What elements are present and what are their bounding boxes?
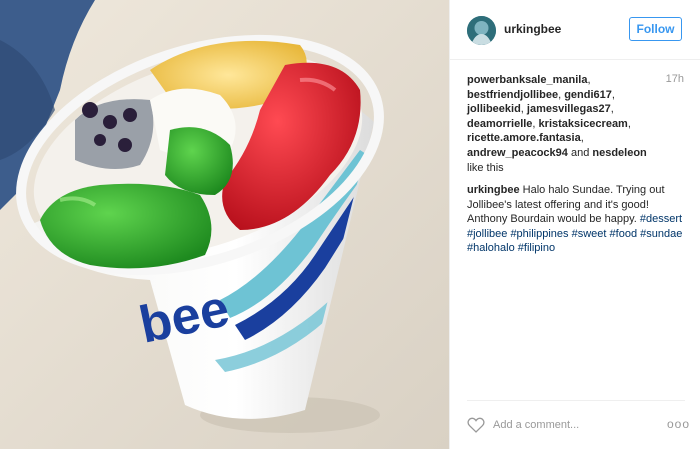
avatar-image: [467, 16, 496, 45]
post-caption: urkingbee Halo halo Sundae. Trying out J…: [467, 183, 687, 256]
hashtag-filipino[interactable]: #filipino: [518, 242, 555, 254]
like-user-7[interactable]: kristaksicecream: [539, 118, 628, 130]
likes-list: powerbanksale_manila, bestfriendjollibee…: [467, 74, 647, 174]
ellipsis-icon[interactable]: ooo: [667, 417, 689, 431]
avatar[interactable]: [467, 16, 496, 45]
hashtag-sundae[interactable]: #sundae: [640, 228, 682, 240]
hashtag-food[interactable]: #food: [610, 228, 638, 240]
post-image: bee: [0, 0, 449, 449]
heart-icon[interactable]: [467, 417, 485, 433]
like-user-9[interactable]: andrew_peacock94: [467, 147, 568, 159]
post-photo[interactable]: bee: [0, 0, 449, 449]
comment-bar: ooo: [467, 400, 689, 448]
likes-connector: and: [570, 146, 590, 159]
hashtag-sweet[interactable]: #sweet: [572, 228, 607, 240]
post-header: urkingbee Follow: [450, 0, 700, 60]
post-sidebar: urkingbee Follow powerbanksale_manila, b…: [449, 0, 700, 449]
hashtag-halohalo[interactable]: #halohalo: [467, 242, 515, 254]
hashtag-dessert[interactable]: #dessert: [640, 213, 682, 225]
like-user-6[interactable]: deamorrielle: [467, 118, 532, 130]
like-user-1[interactable]: powerbanksale_manila: [467, 74, 587, 86]
username[interactable]: urkingbee: [504, 22, 561, 36]
like-user-4[interactable]: jollibeekid: [467, 103, 521, 115]
likes-suffix: like this: [467, 161, 504, 174]
follow-button[interactable]: Follow: [629, 17, 682, 41]
like-user-last[interactable]: nesdeleon: [592, 147, 646, 159]
post-timestamp[interactable]: 17h: [666, 73, 684, 85]
instagram-post: bee urkingbee Follow powerbanksale_manil…: [0, 0, 700, 449]
like-user-5[interactable]: jamesvillegas27: [527, 103, 611, 115]
hashtag-philippines[interactable]: #philippines: [510, 228, 568, 240]
like-user-8[interactable]: ricette.amore.fantasia: [467, 132, 581, 144]
like-user-2[interactable]: bestfriendjollibee: [467, 89, 558, 101]
hashtag-jollibee[interactable]: #jollibee: [467, 228, 507, 240]
comment-input[interactable]: [493, 416, 633, 434]
like-user-3[interactable]: gendi617: [564, 89, 612, 101]
caption-username[interactable]: urkingbee: [467, 184, 520, 196]
